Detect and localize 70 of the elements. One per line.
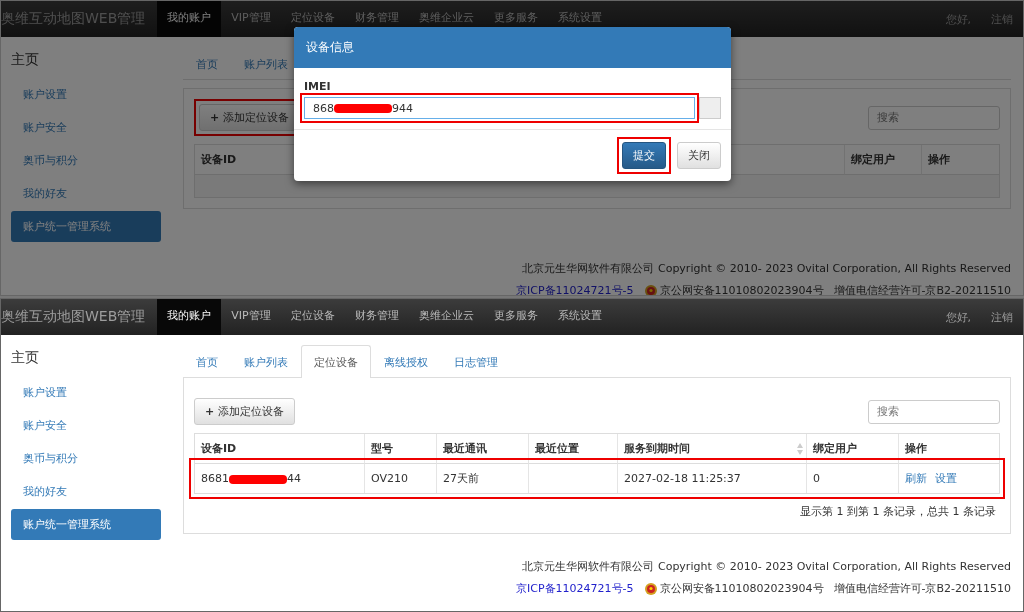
license-text: 增值电信经营许可-京B2-20211510: [833, 283, 1011, 295]
sidebar-item[interactable]: 我的好友: [11, 178, 161, 209]
sidebar-item[interactable]: 账户安全: [11, 112, 161, 143]
tab[interactable]: 日志管理: [441, 345, 511, 377]
icp-link[interactable]: 京ICP备11024721号-5: [516, 280, 634, 295]
imei-label: IMEI: [304, 80, 332, 93]
redaction-mark: [334, 103, 392, 113]
nav-item[interactable]: 奥维企业云: [408, 299, 484, 335]
column-header: 最近位置: [535, 441, 579, 456]
sidebar-item[interactable]: 奥币与积分: [11, 443, 161, 474]
input-addon: [699, 97, 721, 119]
column-header: 型号: [371, 441, 393, 456]
table-cell: 27天前: [443, 471, 479, 486]
column-header: 绑定用户: [851, 152, 895, 167]
license-text: 增值电信经营许可-京B2-20211510: [833, 581, 1011, 597]
table-cell: 0: [813, 472, 820, 485]
sort-icon[interactable]: [797, 442, 803, 455]
imei-field[interactable]: 868 944: [304, 97, 695, 119]
pagination-info: 显示第 1 到第 1 条记录，总共 1 条记录: [800, 505, 996, 518]
dialog-title: 设备信息: [294, 27, 731, 68]
table-link[interactable]: 设置: [935, 471, 957, 486]
column-header: 服务到期时间: [624, 441, 690, 456]
column-header: 设备ID: [201, 441, 237, 456]
search-field[interactable]: 搜索: [868, 399, 1000, 424]
column-header: 操作: [928, 152, 950, 167]
column-header: 绑定用户: [813, 441, 857, 456]
copyright-text: 北京元生华网软件有限公司 Copyright © 2010- 2023 Ovital Corporation, All Rights Reserved: [522, 262, 1011, 275]
submit-button[interactable]: 提交: [622, 142, 666, 169]
table-link[interactable]: 刷新: [905, 471, 927, 486]
copyright-text: 北京元生华网软件有限公司 Copyright © 2010- 2023 Ovital Corporation, All Rights Reserved: [522, 560, 1011, 573]
logout-link[interactable]: 注销: [981, 299, 1023, 335]
nav-item[interactable]: 定位设备: [280, 299, 345, 335]
tab[interactable]: 首页: [183, 345, 231, 377]
column-header: 设备ID: [201, 152, 237, 167]
tab[interactable]: 离线授权: [371, 345, 441, 377]
police-badge-icon: [643, 284, 658, 295]
sidebar-item[interactable]: 账户统一管理系统: [11, 211, 161, 242]
nav-item[interactable]: VIP管理: [221, 299, 281, 335]
sidebar-item[interactable]: 奥币与积分: [11, 145, 161, 176]
nav-item[interactable]: 系统设置: [547, 299, 612, 335]
police-badge-icon: [643, 582, 658, 596]
sidebar-item[interactable]: 账户安全: [11, 410, 161, 441]
sidebar-item[interactable]: 账户设置: [11, 377, 161, 408]
sidebar-title: 主页: [11, 349, 40, 367]
sidebar-item[interactable]: 账户统一管理系统: [11, 509, 161, 540]
nav-item[interactable]: 更多服务: [483, 299, 548, 335]
sidebar-title: 主页: [11, 51, 40, 69]
table-cell: OV210: [371, 472, 408, 485]
greeting-text: 您好,: [944, 309, 972, 326]
nav-item[interactable]: VIP管理: [221, 1, 281, 37]
sidebar-item[interactable]: 账户设置: [11, 79, 161, 110]
police-record-link[interactable]: 京公网安备11010802023904号: [659, 280, 824, 295]
column-header: 最近通讯: [443, 441, 487, 456]
table-cell: 2027-02-18 11:25:37: [624, 472, 741, 485]
tab[interactable]: 定位设备: [301, 345, 371, 378]
close-button[interactable]: 关闭: [677, 142, 721, 169]
redaction-mark: [229, 474, 287, 484]
nav-item[interactable]: 我的账户: [157, 1, 222, 37]
brand-title: 奥维互动地图WEB管理: [1, 307, 147, 326]
police-record-link[interactable]: 京公网安备11010802023904号: [659, 578, 824, 600]
icp-link[interactable]: 京ICP备11024721号-5: [516, 578, 634, 600]
column-header: 操作: [905, 441, 927, 456]
nav-item[interactable]: 财务管理: [344, 299, 409, 335]
tab[interactable]: 首页: [183, 47, 231, 79]
add-device-button[interactable]: + 添加定位设备: [194, 398, 295, 425]
search-field[interactable]: 搜索: [868, 105, 1000, 130]
tab[interactable]: 账户列表: [231, 345, 301, 377]
sidebar-item[interactable]: 我的好友: [11, 476, 161, 507]
nav-item[interactable]: 我的账户: [157, 299, 222, 335]
table-cell: 8681 44: [201, 472, 301, 485]
